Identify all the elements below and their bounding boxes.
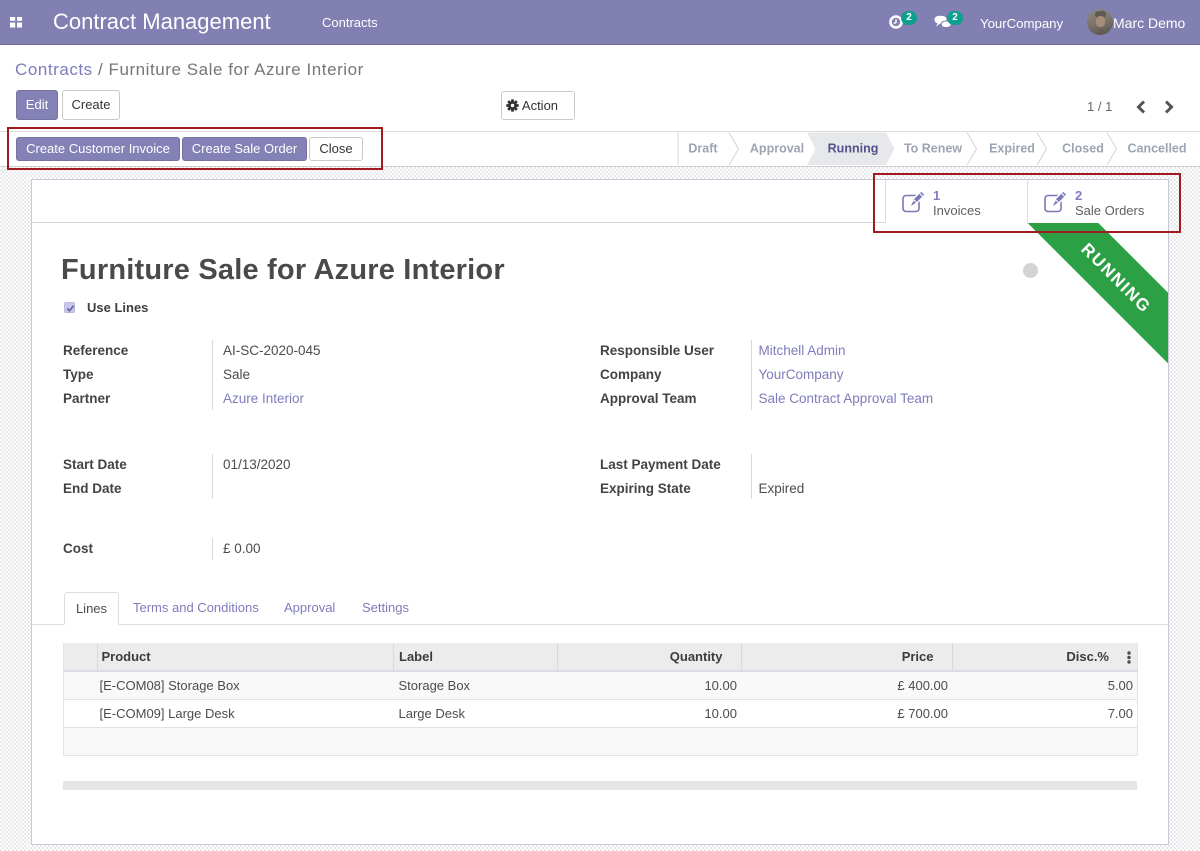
svg-text:Draft: Draft	[688, 142, 718, 156]
svg-text:Approval: Approval	[750, 142, 804, 156]
svg-text:Running: Running	[828, 142, 879, 156]
svg-text:Expired: Expired	[989, 142, 1035, 156]
svg-text:To Renew: To Renew	[904, 142, 962, 156]
svg-text:Cancelled: Cancelled	[1127, 142, 1186, 156]
svg-text:Closed: Closed	[1062, 142, 1104, 156]
